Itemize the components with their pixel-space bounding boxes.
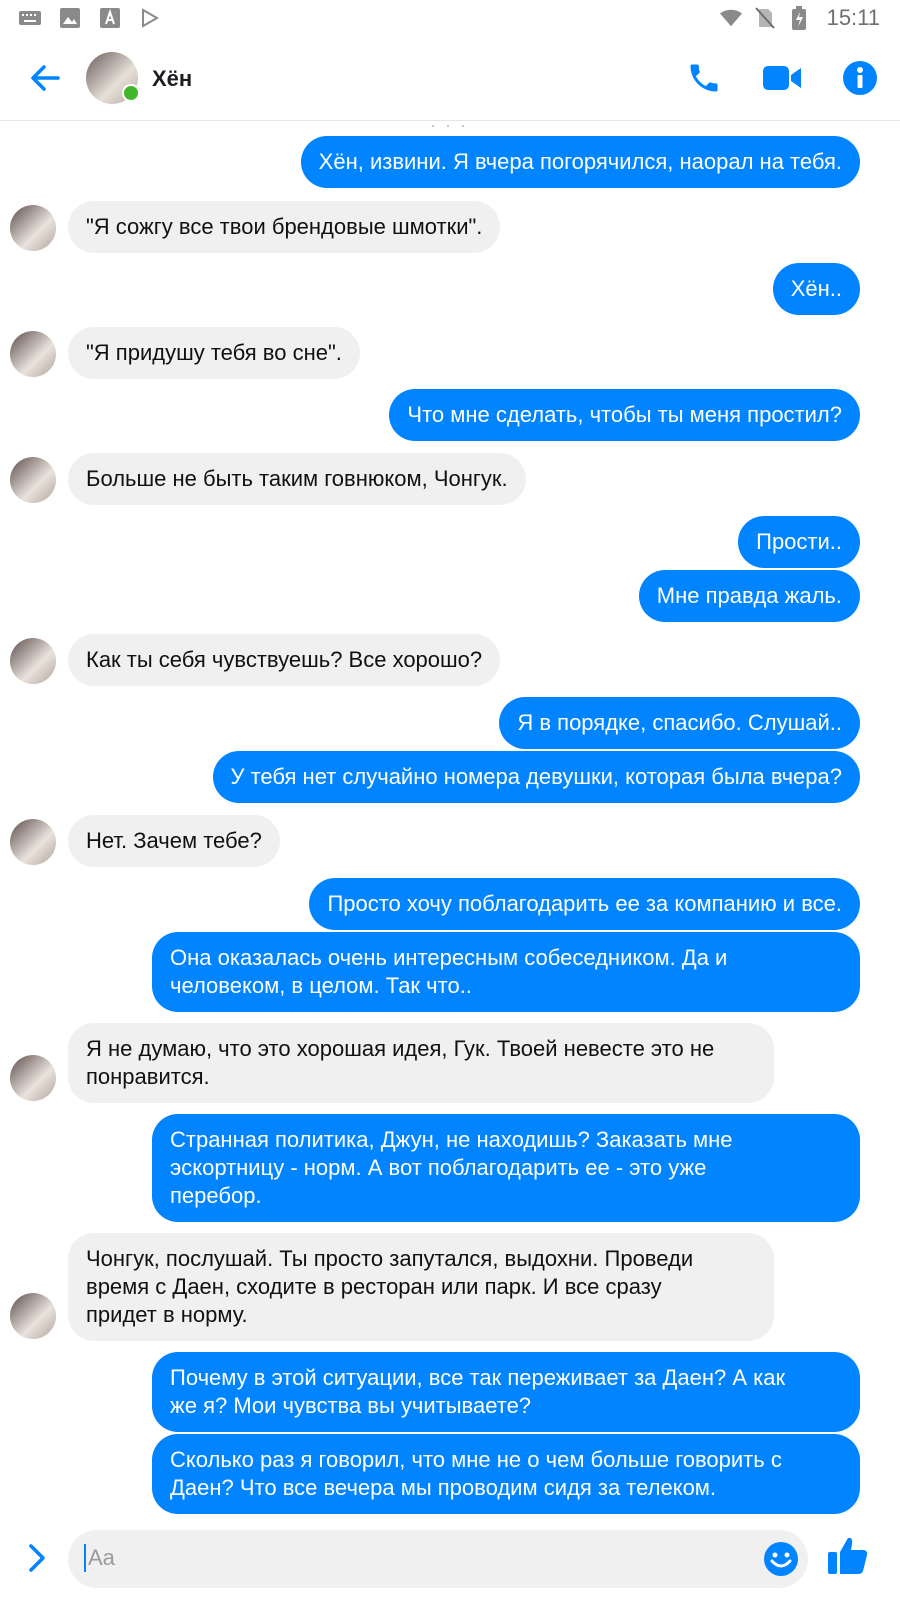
image-icon xyxy=(58,6,82,30)
message-incoming[interactable]: Нет. Зачем тебе? xyxy=(68,815,280,867)
message-list[interactable]: · · · Хён, извини. Я вчера погорячился, … xyxy=(0,121,900,1516)
message-outgoing[interactable]: Я в порядке, спасибо. Слушай.. xyxy=(499,697,860,749)
scroll-indicator-dots: · · · xyxy=(430,121,468,135)
message-outgoing[interactable]: Хён.. xyxy=(772,263,860,315)
sender-avatar xyxy=(10,457,56,503)
message-outgoing[interactable]: Мне правда жаль. xyxy=(638,570,860,622)
online-indicator xyxy=(122,84,140,102)
sender-avatar xyxy=(10,331,56,377)
sender-avatar xyxy=(10,205,56,251)
message-outgoing[interactable]: У тебя нет случайно номера девушки, кото… xyxy=(212,751,860,803)
message-outgoing[interactable]: Она оказалась очень интересным собеседни… xyxy=(152,932,860,1012)
message-composer: Aa xyxy=(0,1516,900,1600)
wifi-icon xyxy=(719,6,743,30)
message-incoming[interactable]: "Я придушу тебя во сне". xyxy=(68,327,360,379)
battery-icon xyxy=(787,6,811,30)
font-icon xyxy=(98,6,122,30)
phone-icon[interactable] xyxy=(682,56,726,100)
no-sim-icon xyxy=(753,6,777,30)
keyboard-icon xyxy=(18,6,42,30)
message-outgoing[interactable]: Почему в этой ситуации, все так пережива… xyxy=(152,1352,860,1432)
back-arrow-icon[interactable] xyxy=(26,58,66,98)
message-input[interactable]: Aa xyxy=(68,1530,808,1588)
sender-avatar xyxy=(10,819,56,865)
message-incoming[interactable]: Больше не быть таким говнюком, Чонгук. xyxy=(68,453,526,505)
info-icon[interactable] xyxy=(838,56,882,100)
chevron-right-icon[interactable] xyxy=(22,1540,52,1576)
sender-avatar xyxy=(10,1055,56,1101)
status-bar: 15:11 xyxy=(0,0,900,36)
like-thumb-icon[interactable] xyxy=(826,1534,870,1578)
message-incoming[interactable]: "Я сожгу все твои брендовые шмотки". xyxy=(68,201,501,253)
message-outgoing[interactable]: Сколько раз я говорил, что мне не о чем … xyxy=(152,1434,860,1514)
message-incoming[interactable]: Я не думаю, что это хорошая идея, Гук. Т… xyxy=(68,1023,774,1103)
video-icon[interactable] xyxy=(760,56,804,100)
contact-avatar[interactable] xyxy=(86,52,140,104)
conversation-header: Хён xyxy=(0,36,900,121)
message-outgoing[interactable]: Хён, извини. Я вчера погорячился, наорал… xyxy=(300,136,860,188)
message-outgoing[interactable]: Прости.. xyxy=(738,516,860,568)
contact-name[interactable]: Хён xyxy=(152,66,192,92)
emoji-icon[interactable] xyxy=(762,1540,800,1578)
message-outgoing[interactable]: Просто хочу поблагодарить ее за компанию… xyxy=(309,878,860,930)
sender-avatar xyxy=(10,1293,56,1339)
message-outgoing[interactable]: Что мне сделать, чтобы ты меня простил? xyxy=(389,389,860,441)
message-incoming[interactable]: Чонгук, послушай. Ты просто запутался, в… xyxy=(68,1233,774,1341)
play-store-icon xyxy=(138,6,162,30)
message-outgoing[interactable]: Странная политика, Джун, не находишь? За… xyxy=(152,1114,860,1222)
status-time: 15:11 xyxy=(826,5,880,30)
sender-avatar xyxy=(10,638,56,684)
message-incoming[interactable]: Как ты себя чувствуешь? Все хорошо? xyxy=(68,634,501,686)
message-input-placeholder[interactable]: Aa xyxy=(84,1544,115,1572)
